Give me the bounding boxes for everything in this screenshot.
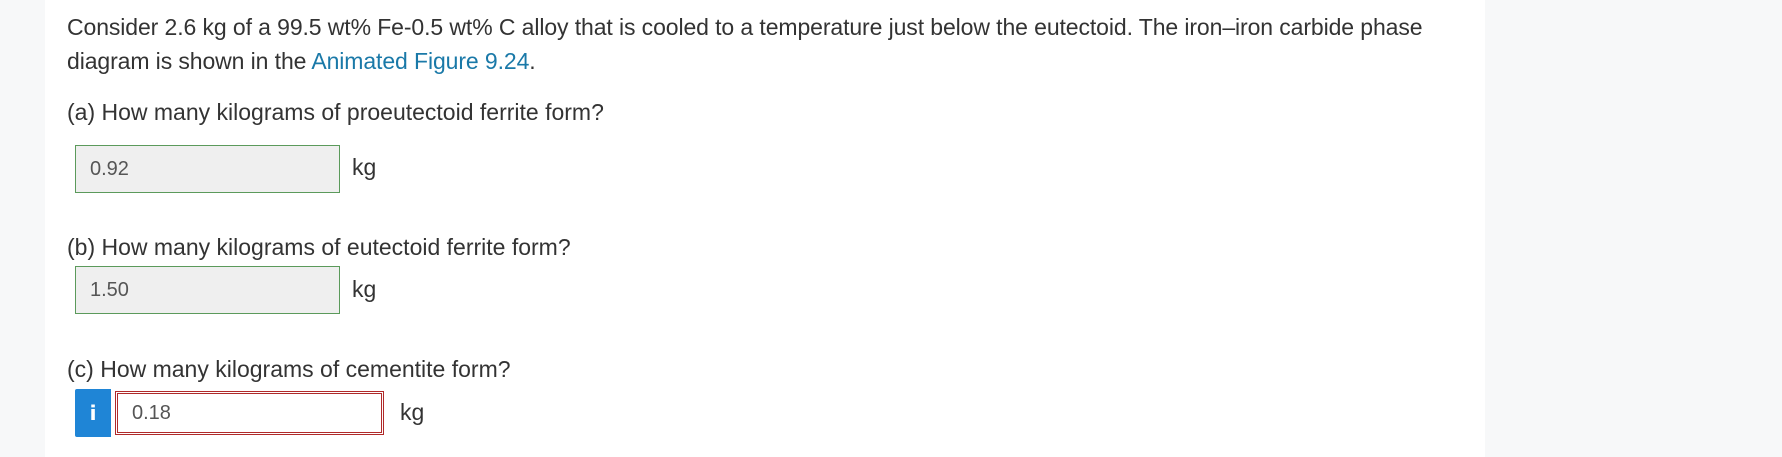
part-a-answer-input[interactable] (75, 145, 340, 193)
animated-figure-link[interactable]: Animated Figure 9.24 (311, 48, 529, 74)
part-b-answer-input[interactable] (75, 266, 340, 314)
part-c-answer-input[interactable] (115, 391, 384, 435)
part-a-label: (a) How many kilograms of proeutectoid f… (67, 99, 604, 125)
question-text-suffix: . (529, 48, 536, 74)
question-card: Consider 2.6 kg of a 99.5 wt% Fe-0.5 wt%… (45, 0, 1485, 457)
part-b-label: (b) How many kilograms of eutectoid ferr… (67, 234, 571, 260)
question-text: Consider 2.6 kg of a 99.5 wt% Fe-0.5 wt%… (67, 10, 1507, 78)
part-c-label: (c) How many kilograms of cementite form… (67, 356, 511, 382)
part-b-unit: kg (352, 276, 377, 302)
info-icon: i (89, 401, 97, 425)
part-c-unit: kg (400, 399, 425, 425)
part-a-unit: kg (352, 154, 377, 180)
question-text-prefix: Consider 2.6 kg of a 99.5 wt% Fe-0.5 wt%… (67, 14, 1423, 74)
info-button[interactable]: i (75, 389, 111, 437)
